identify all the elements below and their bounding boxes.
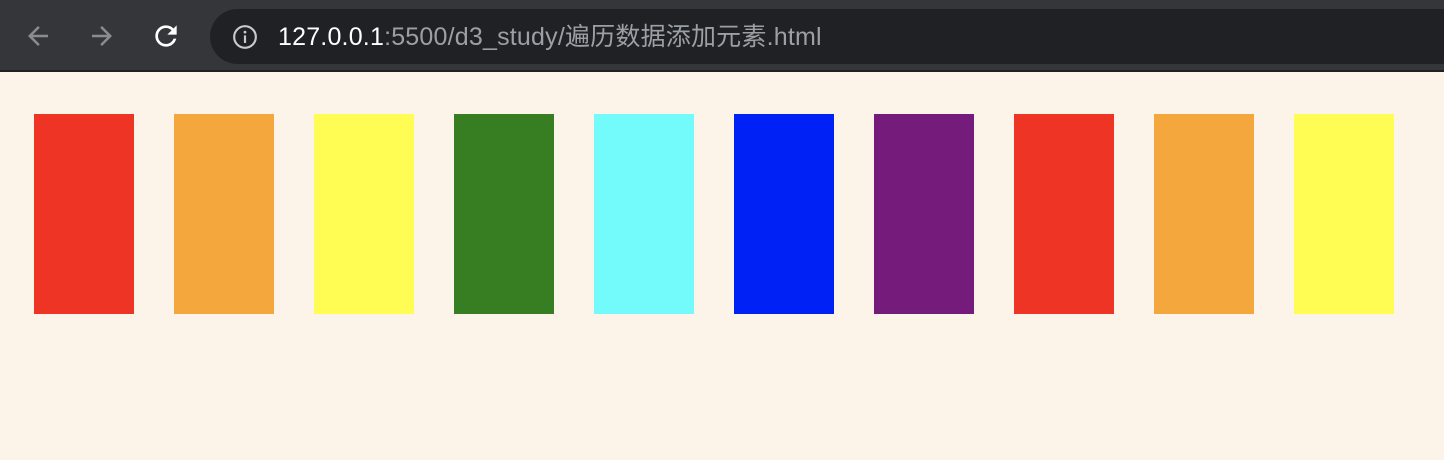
color-rect	[174, 114, 274, 314]
color-rect	[594, 114, 694, 314]
color-rect	[314, 114, 414, 314]
color-rect	[34, 114, 134, 314]
page-content	[0, 74, 1444, 460]
forward-arrow-icon	[92, 26, 112, 46]
url-path: :5500/d3_study/遍历数据添加元素.html	[384, 23, 822, 51]
info-icon[interactable]	[232, 24, 258, 50]
back-button[interactable]	[20, 18, 56, 54]
color-rect	[1294, 114, 1394, 314]
color-rect	[874, 114, 974, 314]
color-rect	[1014, 114, 1114, 314]
forward-button[interactable]	[84, 18, 120, 54]
url-host: 127.0.0.1	[278, 23, 385, 51]
address-bar[interactable]: 127.0.0.1:5500/d3_study/遍历数据添加元素.html	[210, 9, 1444, 64]
reload-icon	[155, 25, 177, 47]
color-rect	[454, 114, 554, 314]
reload-button[interactable]	[148, 18, 184, 54]
color-rect	[1154, 114, 1254, 314]
back-arrow-icon	[28, 26, 48, 46]
url-text[interactable]: 127.0.0.1:5500/d3_study/遍历数据添加元素.html	[278, 22, 822, 52]
color-rect	[734, 114, 834, 314]
browser-toolbar: 127.0.0.1:5500/d3_study/遍历数据添加元素.html	[0, 0, 1444, 72]
